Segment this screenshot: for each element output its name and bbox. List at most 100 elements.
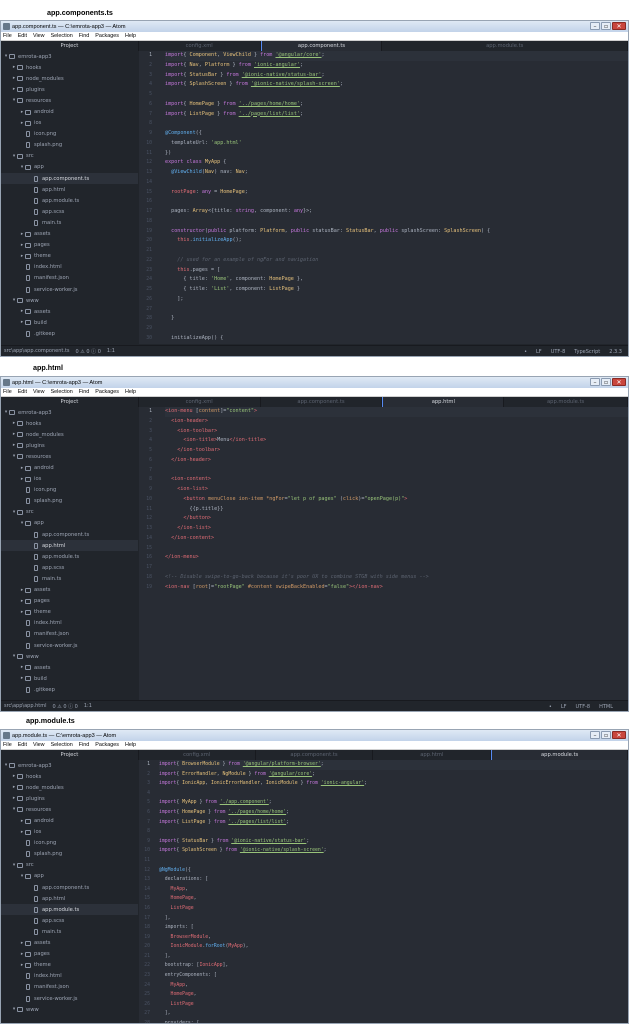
code-line[interactable]: <!-- Disable swipe-to-go-back because it…	[165, 573, 628, 583]
tree-folder[interactable]: ▸ ios	[1, 474, 138, 485]
tree-folder[interactable]: ▸ theme	[1, 607, 138, 618]
code-line[interactable]: MyApp,	[159, 981, 628, 991]
tab-app-module-ts[interactable]: app.module.ts	[382, 41, 628, 51]
code-line[interactable]: }	[165, 314, 628, 324]
tree-folder[interactable]: ▸ android	[1, 462, 138, 473]
close-icon[interactable]: ✕	[612, 22, 626, 30]
tab-app-component-ts[interactable]: app.component.ts	[261, 397, 383, 407]
code-line[interactable]: <ion-toolbar>	[165, 427, 628, 437]
menu-item-find[interactable]: Find	[79, 742, 90, 748]
tree-folder[interactable]: ▸ node_modules	[1, 782, 138, 793]
tree-folder[interactable]: ▾ resources	[1, 804, 138, 815]
tree-folder[interactable]: ▸ assets	[1, 229, 138, 240]
project-panel-header[interactable]: Project	[1, 750, 139, 760]
maximize-icon[interactable]: ▫	[601, 731, 611, 739]
menu-item-view[interactable]: View	[33, 389, 45, 395]
tree-folder[interactable]: ▾ resources	[1, 451, 138, 462]
minimize-icon[interactable]: –	[590, 378, 600, 386]
code-line[interactable]: this.initializeApp();	[165, 236, 628, 246]
code-line[interactable]: declarations: [	[159, 875, 628, 885]
tree-folder[interactable]: ▾ resources	[1, 95, 138, 106]
code-line[interactable]: import{ ListPage } from '../pages/list/l…	[165, 110, 628, 120]
code-line[interactable]: export class MyApp {	[165, 158, 628, 168]
code-line[interactable]: import{ Nav, Platform } from 'ionic-angu…	[165, 61, 628, 71]
status-grammar[interactable]: HTML	[599, 704, 613, 710]
tab-app-component-ts[interactable]: app.component.ts	[256, 750, 374, 760]
tree-folder[interactable]: ▾ www	[1, 1004, 138, 1015]
code-line[interactable]	[165, 90, 628, 100]
status-cursor-position[interactable]: 1:1	[84, 703, 92, 709]
tree-file[interactable]: app.scss	[1, 562, 138, 573]
menu-item-packages[interactable]: Packages	[95, 742, 119, 748]
code-line[interactable]: pages: Array<{title: string, component: …	[165, 207, 628, 217]
code-line[interactable]: HomePage,	[159, 894, 628, 904]
code-line[interactable]: <button menuClose ion-item *ngFor="let p…	[165, 495, 628, 505]
code-line[interactable]: entryComponents: [	[159, 971, 628, 981]
tree-folder[interactable]: ▾ app	[1, 871, 138, 882]
code-line[interactable]: @NgModule({	[159, 866, 628, 876]
tree-file[interactable]: main.ts	[1, 926, 138, 937]
code-line[interactable]	[165, 466, 628, 476]
menu-item-view[interactable]: View	[33, 742, 45, 748]
code-line[interactable]: </ion-content>	[165, 534, 628, 544]
tree-file[interactable]: service-worker.js	[1, 284, 138, 295]
minimize-icon[interactable]: –	[590, 22, 600, 30]
status-diagnostics[interactable]: 0 ⚠ 0 ⓘ 0	[76, 348, 101, 355]
code-line[interactable]: <ion-header>	[165, 417, 628, 427]
tree-file[interactable]: app.html	[1, 540, 138, 552]
menu-item-selection[interactable]: Selection	[51, 33, 73, 39]
menu-item-help[interactable]: Help	[125, 389, 136, 395]
code-line[interactable]: { title: 'List', component: ListPage }	[165, 285, 628, 295]
tree-folder[interactable]: ▾ app	[1, 162, 138, 173]
tree-folder[interactable]: ▸ ios	[1, 118, 138, 129]
code-line[interactable]	[165, 305, 628, 315]
code-line[interactable]: import{ StatusBar } from '@ionic-native/…	[159, 837, 628, 847]
code-line[interactable]	[165, 544, 628, 554]
tree-file[interactable]: manifest.json	[1, 629, 138, 640]
code-line[interactable]: import{ SplashScreen } from '@ionic-nati…	[159, 846, 628, 856]
tab-app-module-ts[interactable]: app.module.ts	[504, 397, 628, 407]
code-line[interactable]: providers: [	[159, 1019, 628, 1023]
code-line[interactable]: { title: 'Home', component: HomePage },	[165, 275, 628, 285]
code-line[interactable]: HomePage,	[159, 990, 628, 1000]
tree-folder[interactable]: ▾ emrota-app3	[1, 407, 138, 418]
code-line[interactable]: </ion-menu>	[165, 553, 628, 563]
code-line[interactable]: constructor(public platform: Platform, p…	[165, 227, 628, 237]
tree-folder[interactable]: ▸ build	[1, 673, 138, 684]
tab-app-html[interactable]: app.html	[373, 750, 492, 760]
code-line[interactable]: ],	[159, 952, 628, 962]
tab-config-xml[interactable]: config.xml	[139, 750, 256, 760]
tree-folder[interactable]: ▸ pages	[1, 596, 138, 607]
code-line[interactable]: import{ IonicApp, IonicErrorHandler, Ion…	[159, 779, 628, 789]
tree-file[interactable]: .gitkeep	[1, 684, 138, 695]
code-line[interactable]	[159, 827, 628, 837]
code-line[interactable]: MyApp,	[159, 885, 628, 895]
tree-folder[interactable]: ▾ www	[1, 295, 138, 306]
code-line[interactable]: @Component({	[165, 129, 628, 139]
code-line[interactable]: ListPage	[159, 1000, 628, 1010]
project-panel-header[interactable]: Project	[1, 41, 139, 51]
menu-item-help[interactable]: Help	[125, 742, 136, 748]
tree-folder[interactable]: ▾ src	[1, 860, 138, 871]
tree-folder[interactable]: ▸ hooks	[1, 771, 138, 782]
tree-file[interactable]: manifest.json	[1, 982, 138, 993]
minimize-icon[interactable]: –	[590, 731, 600, 739]
code-line[interactable]: </ion-list>	[165, 524, 628, 534]
code-line[interactable]: ListPage	[159, 904, 628, 914]
status-diagnostics[interactable]: 0 ⚠ 0 ⓘ 0	[52, 703, 77, 710]
tree-file[interactable]: app.module.ts	[1, 904, 138, 916]
code-line[interactable]: templateUrl: 'app.html'	[165, 139, 628, 149]
tree-file[interactable]: index.html	[1, 262, 138, 273]
code-line[interactable]: <ion-nav [root]="rootPage" #content swip…	[165, 583, 628, 593]
tree-folder[interactable]: ▸ android	[1, 106, 138, 117]
close-icon[interactable]: ✕	[612, 378, 626, 386]
code-line[interactable]	[165, 324, 628, 334]
tree-file[interactable]: app.html	[1, 184, 138, 195]
tree-file[interactable]: app.module.ts	[1, 551, 138, 562]
code-line[interactable]: </ion-toolbar>	[165, 446, 628, 456]
menu-item-file[interactable]: File	[3, 742, 12, 748]
status-encoding[interactable]: UTF-8	[551, 349, 566, 355]
tab-config-xml[interactable]: config.xml	[139, 41, 261, 51]
code-line[interactable]	[165, 197, 628, 207]
code-line[interactable]	[165, 178, 628, 188]
